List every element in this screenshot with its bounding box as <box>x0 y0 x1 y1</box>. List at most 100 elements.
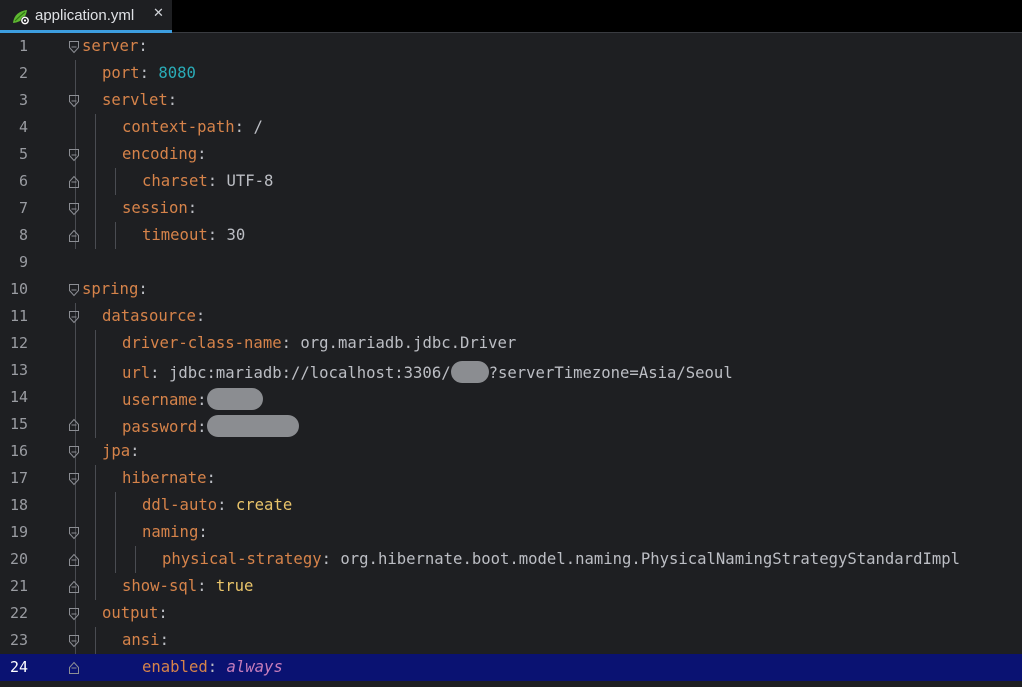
line-number: 4 <box>18 118 28 136</box>
code-line[interactable]: 15 password: <box>0 411 1022 438</box>
line-number: 7 <box>18 199 28 217</box>
code-line[interactable]: 14 username: <box>0 384 1022 411</box>
yaml-colon: : <box>197 391 207 409</box>
code-text: driver-class-name: org.mariadb.jdbc.Driv… <box>122 334 516 353</box>
code-editor[interactable]: 1 server: 2 port: 8080 3 servlet: 4 context-pat… <box>0 33 1022 687</box>
code-line[interactable]: 2 port: 8080 <box>0 60 1022 87</box>
code-text: password: <box>122 415 299 437</box>
yaml-colon: : <box>138 37 148 55</box>
code-text: charset: UTF-8 <box>142 172 273 191</box>
fold-end-icon[interactable] <box>68 418 80 432</box>
yaml-key: timeout <box>142 226 208 244</box>
code-text: server: <box>82 37 148 56</box>
code-line[interactable]: 5 encoding: <box>0 141 1022 168</box>
code-line[interactable]: 1 server: <box>0 33 1022 60</box>
yaml-key: ansi <box>122 631 160 649</box>
code-line[interactable]: 8 timeout: 30 <box>0 222 1022 249</box>
yaml-value: jdbc:mariadb://localhost:3306/ <box>168 364 451 382</box>
code-text: output: <box>102 604 168 623</box>
code-text: session: <box>122 199 197 218</box>
fold-end-icon[interactable] <box>68 553 80 567</box>
code-line[interactable]: 20 physical-strategy: org.hibernate.boot.… <box>0 546 1022 573</box>
yaml-file-icon <box>13 10 30 25</box>
code-line[interactable]: 18 ddl-auto: create <box>0 492 1022 519</box>
code-line[interactable]: 9 <box>0 249 1022 276</box>
line-number: 13 <box>9 361 28 379</box>
fold-start-icon[interactable] <box>68 526 80 540</box>
redacted-value <box>206 415 299 437</box>
yaml-key: spring <box>82 280 139 298</box>
code-text: port: 8080 <box>102 64 196 83</box>
fold-start-icon[interactable] <box>68 634 80 648</box>
code-line[interactable]: 11 datasource: <box>0 303 1022 330</box>
code-line[interactable]: 17 hibernate: <box>0 465 1022 492</box>
code-line[interactable]: 10 spring: <box>0 276 1022 303</box>
line-number: 2 <box>18 64 28 82</box>
fold-end-icon[interactable] <box>68 229 80 243</box>
code-line[interactable]: 12 driver-class-name: org.mariadb.jdbc.Dr… <box>0 330 1022 357</box>
yaml-key: datasource <box>102 307 196 325</box>
line-number: 22 <box>9 604 28 622</box>
yaml-key: password <box>122 418 198 436</box>
yaml-key: enabled <box>142 658 208 676</box>
code-text: servlet: <box>102 91 177 110</box>
yaml-colon: : <box>150 364 169 382</box>
yaml-key: naming <box>142 523 199 541</box>
yaml-key: server <box>82 37 139 55</box>
close-icon[interactable]: ✕ <box>153 6 164 21</box>
fold-end-icon[interactable] <box>68 175 80 189</box>
yaml-key: session <box>122 199 188 217</box>
fold-start-icon[interactable] <box>68 472 80 486</box>
code-line[interactable]: 7 session: <box>0 195 1022 222</box>
yaml-key: port <box>102 64 140 82</box>
code-line[interactable]: 22 output: <box>0 600 1022 627</box>
fold-start-icon[interactable] <box>68 283 80 297</box>
fold-start-icon[interactable] <box>68 40 80 54</box>
code-line[interactable]: 21 show-sql: true <box>0 573 1022 600</box>
code-text: enabled: always <box>142 658 283 677</box>
fold-start-icon[interactable] <box>68 202 80 216</box>
yaml-key: context-path <box>122 118 235 136</box>
yaml-value: true <box>215 577 254 595</box>
tab-label: application.yml <box>35 7 135 24</box>
line-number: 23 <box>9 631 28 649</box>
line-number: 16 <box>9 442 28 460</box>
yaml-colon: : <box>139 64 159 82</box>
fold-start-icon[interactable] <box>68 148 80 162</box>
code-line[interactable]: 24 enabled: always <box>0 654 1022 681</box>
code-line[interactable]: 13 url: jdbc:mariadb://localhost:3306/ ?se… <box>0 357 1022 384</box>
code-text: show-sql: true <box>122 577 253 596</box>
line-number: 9 <box>18 253 28 271</box>
yaml-key: output <box>102 604 159 622</box>
line-number: 12 <box>9 334 28 352</box>
tab-application-yml[interactable]: application.yml ✕ <box>0 0 172 33</box>
yaml-value: always <box>226 658 283 676</box>
code-text: username: <box>122 388 263 410</box>
yaml-key: charset <box>142 172 208 190</box>
yaml-colon: : <box>159 631 169 649</box>
fold-end-icon[interactable] <box>68 580 80 594</box>
redacted-value <box>450 361 489 383</box>
code-text: naming: <box>142 523 208 542</box>
code-text: ddl-auto: create <box>142 496 292 515</box>
code-line[interactable]: 4 context-path: / <box>0 114 1022 141</box>
code-line[interactable]: 3 servlet: <box>0 87 1022 114</box>
yaml-colon: : <box>234 118 254 136</box>
yaml-key: driver-class-name <box>122 334 282 352</box>
yaml-colon: : <box>195 307 206 325</box>
fold-end-icon[interactable] <box>68 661 80 675</box>
code-line[interactable]: 23 ansi: <box>0 627 1022 654</box>
code-text: physical-strategy: org.hibernate.boot.mo… <box>162 550 960 569</box>
code-line[interactable]: 19 naming: <box>0 519 1022 546</box>
yaml-colon: : <box>207 226 227 244</box>
fold-start-icon[interactable] <box>68 94 80 108</box>
code-line[interactable]: 16 jpa: <box>0 438 1022 465</box>
fold-start-icon[interactable] <box>68 310 80 324</box>
yaml-key: ddl-auto <box>142 496 218 514</box>
code-line[interactable]: 6 charset: UTF-8 <box>0 168 1022 195</box>
code-text: hibernate: <box>122 469 216 488</box>
fold-start-icon[interactable] <box>68 607 80 621</box>
fold-start-icon[interactable] <box>68 445 80 459</box>
line-number: 20 <box>9 550 28 568</box>
yaml-key: physical-strategy <box>162 550 322 568</box>
